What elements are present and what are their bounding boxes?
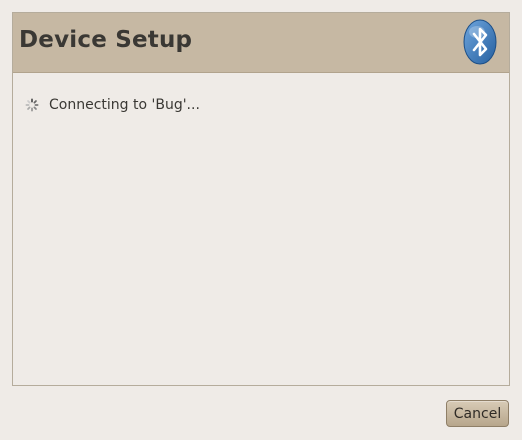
dialog-frame: Device Setup Connecting to 'Bug'... (12, 12, 510, 386)
status-row: Connecting to 'Bug'... (25, 95, 200, 115)
dialog-header: Device Setup (13, 13, 509, 73)
page-title: Device Setup (19, 27, 193, 53)
status-text: Connecting to 'Bug'... (49, 97, 200, 113)
spinner-icon (25, 98, 39, 112)
bluetooth-icon (463, 19, 497, 65)
cancel-button[interactable]: Cancel (446, 400, 509, 427)
